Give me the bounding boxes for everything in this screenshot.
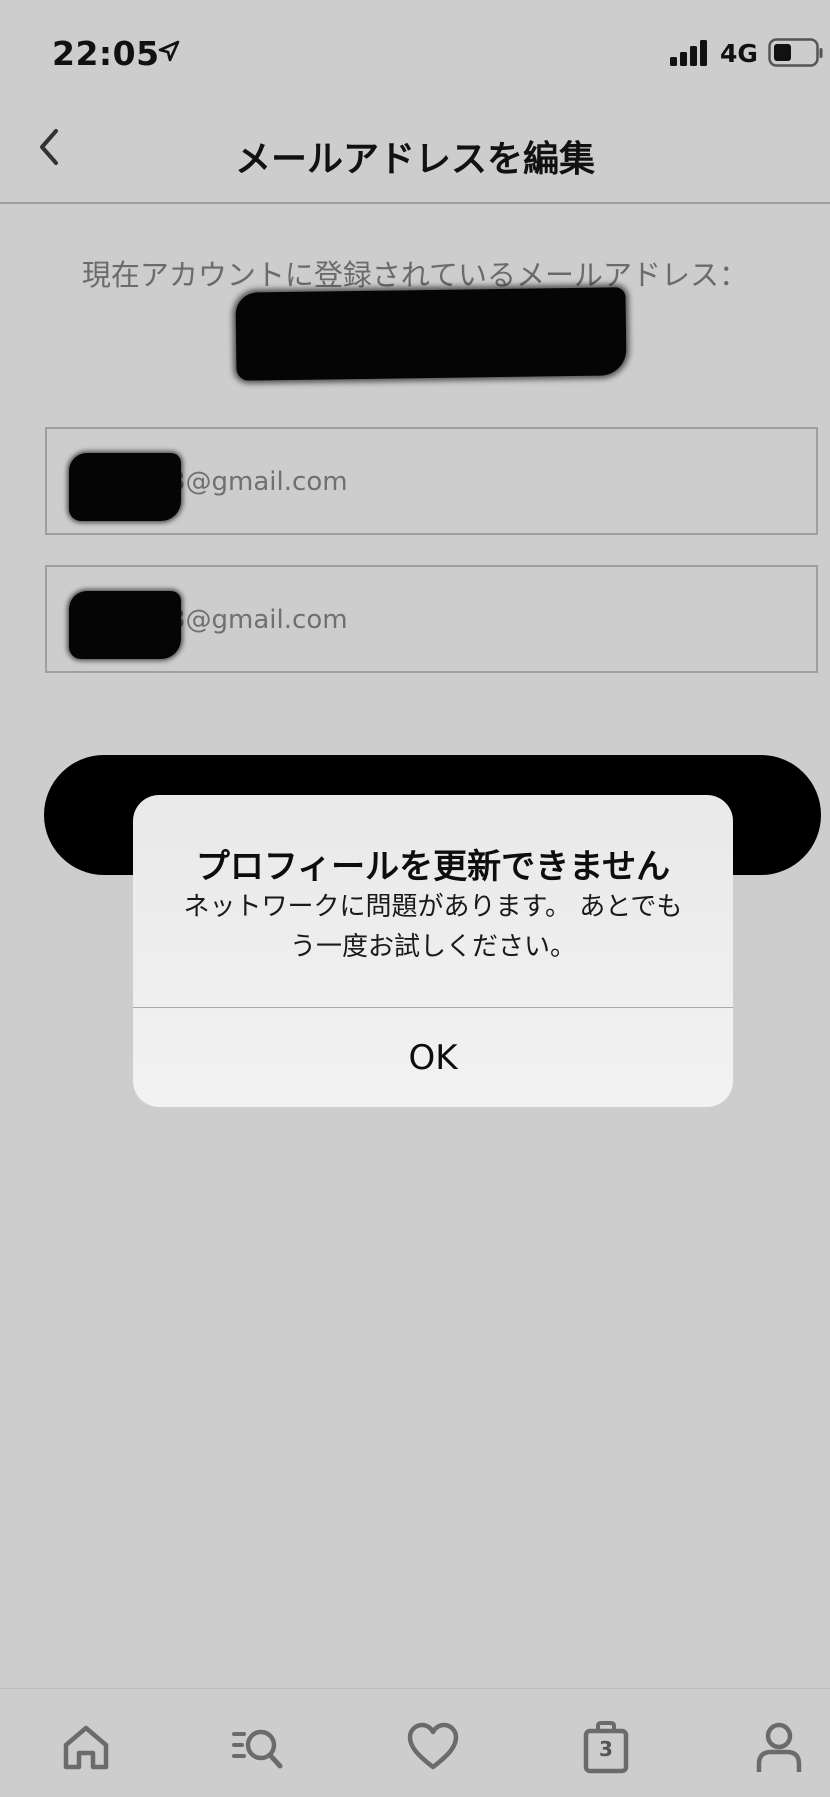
battery-icon (768, 38, 824, 72)
email-confirm-input-value: 3@gmail.com (169, 605, 348, 635)
alert-message: ネットワークに問題があります。 あとでも う一度お試しください。 (163, 887, 703, 967)
cellular-signal-icon (670, 40, 710, 70)
tab-bar: 3 (0, 1688, 830, 1797)
alert-title: プロフィールを更新できません (195, 847, 671, 887)
redaction-mark (235, 287, 627, 381)
current-email-label: 現在アカウントに登録されているメールアドレス： (81, 258, 749, 292)
search-list-icon (232, 1729, 283, 1769)
navigation-bar: メールアドレスを編集 (0, 100, 830, 204)
location-arrow-icon (158, 40, 180, 66)
email-input-value: 3@gmail.com (169, 467, 348, 497)
alert-message-line: う一度お試しください。 (289, 932, 576, 962)
redaction-mark (69, 591, 181, 659)
tab-bag[interactable]: 3 (576, 1717, 636, 1777)
ok-button[interactable]: OK (133, 1008, 733, 1107)
tab-account[interactable] (749, 1717, 809, 1777)
home-icon (63, 1725, 109, 1770)
heart-icon (407, 1722, 459, 1770)
bag-count-badge: 3 (599, 1737, 613, 1761)
alert-dialog: プロフィールを更新できません ネットワークに問題があります。 あとでも う一度お… (133, 795, 733, 1107)
status-time: 22:05 (52, 34, 160, 73)
status-bar: 22:05 4G (0, 0, 830, 100)
tab-search[interactable] (228, 1717, 288, 1777)
user-icon (756, 1722, 802, 1772)
page-title: メールアドレスを編集 (234, 139, 595, 180)
email-input[interactable]: 3@gmail.com (45, 427, 818, 535)
redaction-mark (69, 453, 181, 521)
tab-home[interactable] (56, 1717, 116, 1777)
email-confirm-input[interactable]: 3@gmail.com (45, 565, 818, 673)
tab-favorites[interactable] (403, 1717, 463, 1777)
alert-message-line: ネットワークに問題があります。 あとでも (183, 892, 683, 922)
network-type: 4G (720, 39, 758, 68)
